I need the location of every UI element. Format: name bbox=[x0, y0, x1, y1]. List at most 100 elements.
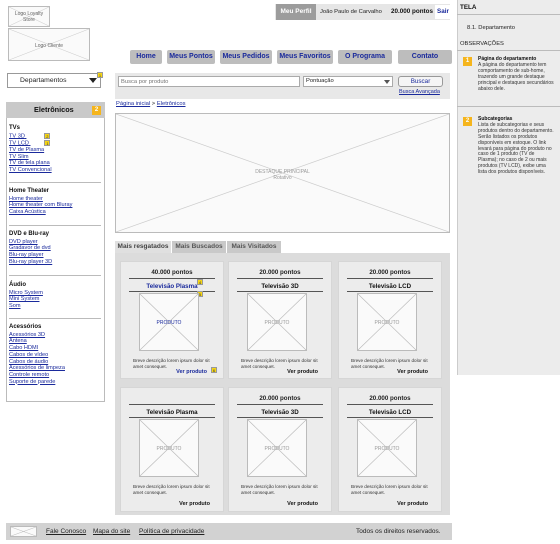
search-button[interactable]: Buscar bbox=[398, 76, 443, 87]
breadcrumb-home[interactable]: Página inicial bbox=[116, 101, 150, 107]
nav-meus-pedidos[interactable]: Meus Pedidos bbox=[220, 50, 272, 64]
department-select[interactable]: Departamentos bbox=[7, 73, 101, 88]
category-item[interactable]: Blu-ray player bbox=[9, 252, 52, 259]
category-item[interactable]: Home theater com Bluray bbox=[9, 202, 72, 209]
search-input[interactable] bbox=[118, 76, 300, 87]
category-item[interactable]: Antena bbox=[9, 338, 65, 345]
view-product-link[interactable]: Ver produto bbox=[176, 369, 207, 375]
view-product-link[interactable]: Ver produto bbox=[179, 501, 210, 507]
product-image[interactable]: PRODUTO bbox=[357, 293, 417, 351]
category-item[interactable]: Controle remoto bbox=[9, 372, 65, 379]
divider bbox=[457, 50, 560, 51]
footer-link-privacy[interactable]: Política de privacidade bbox=[139, 523, 204, 540]
product-title[interactable]: Televisão LCD bbox=[339, 409, 441, 416]
note-text: Lista de subcategorias e seus produtos d… bbox=[478, 121, 554, 176]
main-banner[interactable]: DESTAQUE PRINCIPAL Rotativo bbox=[115, 113, 450, 233]
product-card[interactable]: 20.000 pontos Televisão 3D PRODUTO Breve… bbox=[228, 261, 332, 379]
product-card[interactable]: Televisão Plasma PRODUTO Breve descrição… bbox=[120, 387, 224, 512]
nav-o-programa[interactable]: O Programa bbox=[338, 50, 392, 64]
category-item[interactable]: Gradavor de dvd bbox=[9, 245, 52, 252]
nav-home[interactable]: Home bbox=[130, 50, 162, 64]
department-select-value: Departamentos bbox=[20, 77, 67, 84]
advanced-search-link[interactable]: Busca Avançada bbox=[399, 89, 440, 95]
my-profile-button[interactable]: Meu Perfil bbox=[276, 4, 316, 20]
category-item[interactable]: Home theater bbox=[9, 196, 72, 203]
category-item[interactable]: Acessórios 3D bbox=[9, 332, 65, 339]
divider bbox=[9, 275, 101, 276]
divider bbox=[237, 291, 323, 292]
category-item[interactable]: Caixa Acústica bbox=[9, 209, 72, 216]
tab-mais-buscados[interactable]: Mais Buscados bbox=[172, 241, 226, 253]
category-item-tv-convencional[interactable]: TV Convencional bbox=[9, 167, 52, 174]
product-title[interactable]: Televisão Plasma bbox=[121, 409, 223, 416]
category-item-tv-plasma[interactable]: TV de Plasma bbox=[9, 147, 52, 154]
product-image-label: PRODUTO bbox=[156, 320, 182, 326]
product-card[interactable]: 40.000 pontos Televisão Plasma 4 5 PRODU… bbox=[120, 261, 224, 379]
product-points: 20.000 pontos bbox=[369, 395, 411, 402]
chevron-down-icon bbox=[89, 78, 97, 83]
logout-button[interactable]: Sair bbox=[435, 5, 451, 19]
divider bbox=[129, 404, 215, 405]
product-title[interactable]: Televisão Plasma bbox=[121, 283, 223, 290]
category-item-tv-3d[interactable]: TV 3D 2 bbox=[9, 132, 52, 140]
divider bbox=[457, 14, 560, 15]
divider bbox=[347, 278, 433, 279]
product-image[interactable]: PRODUTO bbox=[357, 419, 417, 477]
category-item[interactable]: Cabos de áudio bbox=[9, 359, 65, 366]
divider bbox=[9, 225, 101, 226]
divider bbox=[9, 318, 101, 319]
view-product-link[interactable]: Ver produto bbox=[287, 369, 318, 375]
tab-mais-visitados[interactable]: Mais Visitados bbox=[227, 241, 281, 253]
category-item[interactable]: Cabo HDMI bbox=[9, 345, 65, 352]
product-title[interactable]: Televisão LCD bbox=[339, 283, 441, 290]
product-image[interactable]: PRODUTO bbox=[247, 419, 307, 477]
product-card[interactable]: 20.000 pontos Televisão LCD PRODUTO Brev… bbox=[338, 387, 442, 512]
sort-select[interactable]: Pontuação bbox=[303, 76, 393, 87]
breadcrumb-current[interactable]: Eletrônicos bbox=[157, 101, 186, 107]
category-item[interactable]: Mini System bbox=[9, 296, 43, 303]
view-product-link[interactable]: Ver produto bbox=[397, 501, 428, 507]
divider bbox=[347, 417, 433, 418]
category-item-tv-lcd[interactable]: TV LCD 1 bbox=[9, 139, 52, 147]
sidebar-badge: 2 bbox=[92, 106, 101, 115]
annotation-note: 1 Página do departamento A página do depa… bbox=[461, 56, 554, 97]
category-item[interactable]: Acessórios de limpeza bbox=[9, 365, 65, 372]
nav-meus-pontos[interactable]: Meus Pontos bbox=[167, 50, 215, 64]
loyalty-logo-text: Logo Loyalty Store bbox=[14, 11, 44, 23]
product-title[interactable]: Televisão 3D bbox=[229, 283, 331, 290]
category-item[interactable]: Blu-ray player 3D bbox=[9, 259, 52, 266]
category-item[interactable]: Suporte de parede bbox=[9, 379, 65, 386]
breadcrumb-separator: > bbox=[151, 101, 156, 107]
category-item[interactable]: Som bbox=[9, 303, 43, 310]
category-dvd-bluray: DVD e Blu-ray DVD player Gradavor de dvd… bbox=[9, 231, 52, 266]
category-item-tv-tela-plana[interactable]: TV de tela plana bbox=[9, 160, 52, 167]
chevron-down-icon bbox=[384, 80, 390, 84]
view-product-link[interactable]: Ver produto bbox=[397, 369, 428, 375]
product-title[interactable]: Televisão 3D bbox=[229, 409, 331, 416]
product-image[interactable]: PRODUTO bbox=[247, 293, 307, 351]
tab-mais-resgatados[interactable]: Mais resgatados bbox=[115, 241, 171, 253]
category-audio: Áudio Micro System Mini System Som bbox=[9, 282, 43, 310]
badge: 1 bbox=[44, 139, 51, 146]
badge: 4 bbox=[197, 279, 203, 285]
nav-contato[interactable]: Contato bbox=[398, 50, 452, 64]
footer-link-sitemap[interactable]: Mapa do site bbox=[93, 523, 130, 540]
category-item[interactable]: Cabos de vídeo bbox=[9, 352, 65, 359]
category-item-label: TV LCD bbox=[9, 140, 29, 147]
category-acessorios: Acessórios Acessórios 3D Antena Cabo HDM… bbox=[9, 324, 65, 385]
category-item-tv-slim[interactable]: TV Slim bbox=[9, 154, 52, 161]
sort-select-value: Pontuação bbox=[306, 78, 334, 84]
product-card[interactable]: 20.000 pontos Televisão LCD PRODUTO Brev… bbox=[338, 261, 442, 379]
category-item[interactable]: Micro System bbox=[9, 290, 43, 297]
footer-link-contact[interactable]: Fale Conosco bbox=[46, 523, 86, 540]
category-item[interactable]: DVD player bbox=[9, 239, 52, 246]
product-image[interactable]: PRODUTO bbox=[139, 419, 199, 477]
divider bbox=[237, 278, 323, 279]
note-text: A página do departamento tem comportamen… bbox=[478, 61, 554, 92]
product-image[interactable]: PRODUTO bbox=[139, 293, 199, 351]
client-logo-text: Logo Cliente bbox=[34, 43, 64, 49]
view-product-link[interactable]: Ver produto bbox=[287, 501, 318, 507]
product-card[interactable]: 20.000 pontos Televisão 3D PRODUTO Breve… bbox=[228, 387, 332, 512]
category-item-label: TV 3D bbox=[9, 133, 25, 140]
nav-meus-favoritos[interactable]: Meus Favoritos bbox=[277, 50, 333, 64]
